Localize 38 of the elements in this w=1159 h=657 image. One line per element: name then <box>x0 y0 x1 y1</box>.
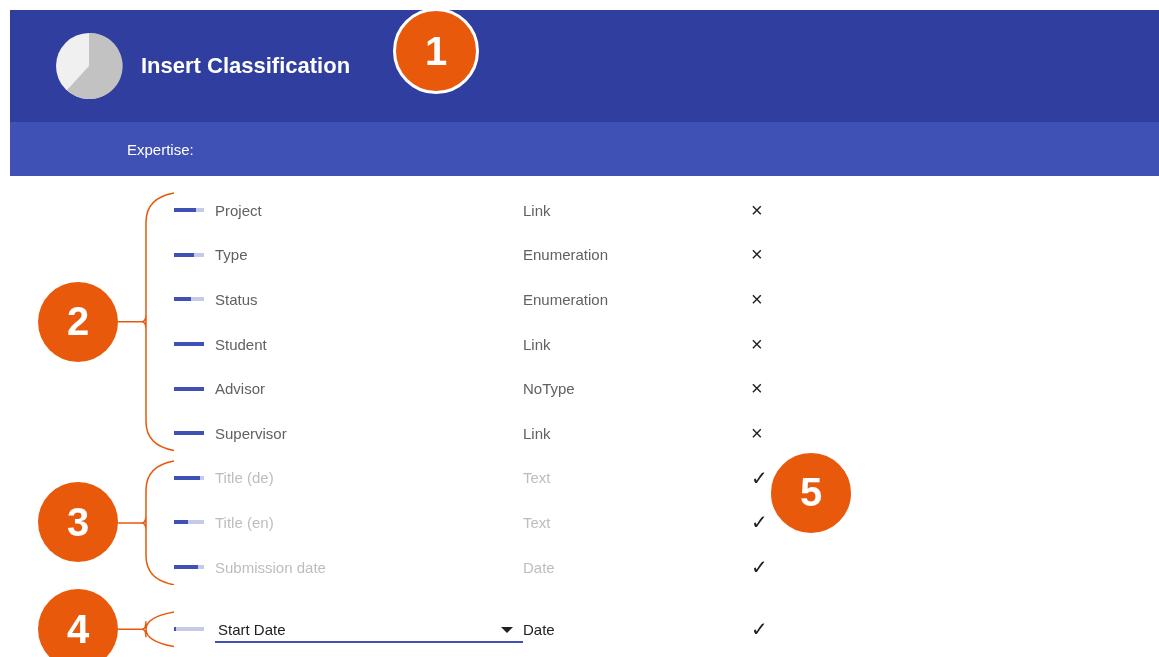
field-type: Link <box>523 335 552 353</box>
required-mark: ✓ <box>751 465 768 490</box>
section-label: Expertise: <box>127 140 194 158</box>
field-type: Text <box>523 513 552 531</box>
field-label: Advisor <box>215 380 267 398</box>
field-label: Supervisor <box>215 424 288 442</box>
pie-chart-icon <box>55 32 123 100</box>
field-label: Student <box>215 335 268 353</box>
required-mark: ✓ <box>751 617 768 642</box>
callout-badge: 1 <box>393 8 479 94</box>
required-mark: × <box>751 243 763 267</box>
callout-badge: 2 <box>38 281 118 362</box>
field-label: Status <box>215 291 259 308</box>
dialog-title: Insert Classification <box>141 53 351 79</box>
required-mark: ✓ <box>751 510 768 535</box>
field-label: Title (de) <box>215 469 275 487</box>
required-mark: × <box>751 377 763 401</box>
field-label: Project <box>215 201 263 219</box>
field-type: NoType <box>523 380 576 398</box>
required-mark: × <box>751 421 763 445</box>
required-mark: × <box>751 332 763 356</box>
field-type: Enumeration <box>523 291 610 308</box>
field-type: Date <box>523 620 556 638</box>
field-label: Type <box>215 246 249 264</box>
dropdown-field[interactable]: Start Date <box>215 617 523 644</box>
field-type: Date <box>523 558 556 576</box>
required-mark: ✓ <box>751 555 768 580</box>
caret-icon <box>501 626 513 633</box>
callout-badge: 4 <box>38 589 118 657</box>
field-type: Link <box>523 201 552 219</box>
field-label: Submission date <box>215 558 327 576</box>
field-label: Title (en) <box>215 513 275 531</box>
required-mark: × <box>751 198 763 222</box>
callout-badge: 3 <box>38 482 118 563</box>
required-mark: × <box>751 288 763 311</box>
field-type: Enumeration <box>523 246 610 264</box>
field-type: Text <box>523 469 552 487</box>
field-type: Link <box>523 424 552 442</box>
